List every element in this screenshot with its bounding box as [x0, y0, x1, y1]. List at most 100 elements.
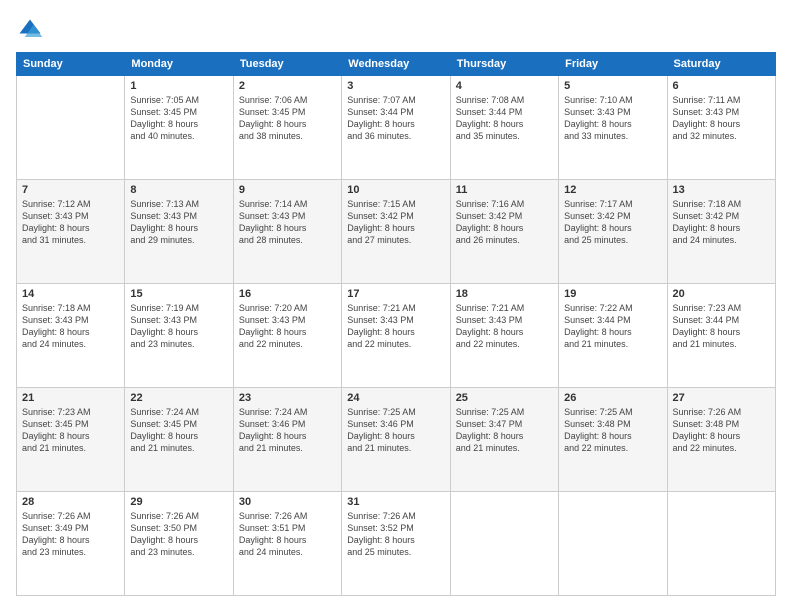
day-info: Sunrise: 7:19 AM Sunset: 3:43 PM Dayligh…: [130, 302, 227, 351]
day-number: 6: [673, 80, 770, 92]
calendar-cell: 29 Sunrise: 7:26 AM Sunset: 3:50 PM Dayli…: [125, 492, 233, 596]
logo: [16, 16, 48, 44]
calendar-cell: 30Sunrise: 7:26 AM Sunset: 3:51 PM Dayli…: [233, 492, 341, 596]
day-info: Sunrise: 7:10 AM Sunset: 3:43 PM Dayligh…: [564, 94, 661, 143]
day-info: Sunrise: 7:18 AM Sunset: 3:42 PM Dayligh…: [673, 198, 770, 247]
day-number: 3: [347, 80, 444, 92]
header: [16, 16, 776, 44]
calendar-cell: 19 Sunrise: 7:22 AM Sunset: 3:44 PM Dayli…: [559, 284, 667, 388]
calendar-cell: 25 Sunrise: 7:25 AM Sunset: 3:47 PM Dayli…: [450, 388, 558, 492]
day-number: 23: [239, 392, 336, 404]
day-number: 12: [564, 184, 661, 196]
day-info: Sunrise: 7:13 AM Sunset: 3:43 PM Dayligh…: [130, 198, 227, 247]
day-number: 22: [130, 392, 227, 404]
day-number: 2: [239, 80, 336, 92]
day-info: Sunrise: 7:20 AM Sunset: 3:43 PM Dayligh…: [239, 302, 336, 351]
calendar-cell: 23 Sunrise: 7:24 AM Sunset: 3:46 PM Dayli…: [233, 388, 341, 492]
day-number: 1: [130, 80, 227, 92]
calendar-cell: 31Sunrise: 7:26 AM Sunset: 3:52 PM Dayli…: [342, 492, 450, 596]
day-info: Sunrise: 7:26 AM Sunset: 3:49 PM Dayligh…: [22, 510, 119, 559]
day-info: Sunrise: 7:18 AM Sunset: 3:43 PM Dayligh…: [22, 302, 119, 351]
calendar-cell: 20 Sunrise: 7:23 AM Sunset: 3:44 PM Dayli…: [667, 284, 775, 388]
day-info: Sunrise: 7:14 AM Sunset: 3:43 PM Dayligh…: [239, 198, 336, 247]
day-header-friday: Friday: [559, 53, 667, 76]
day-header-wednesday: Wednesday: [342, 53, 450, 76]
calendar-cell: 21 Sunrise: 7:23 AM Sunset: 3:45 PM Dayli…: [17, 388, 125, 492]
calendar-cell: 22 Sunrise: 7:24 AM Sunset: 3:45 PM Dayli…: [125, 388, 233, 492]
calendar-cell: 26 Sunrise: 7:25 AM Sunset: 3:48 PM Dayli…: [559, 388, 667, 492]
week-row-2: 7 Sunrise: 7:12 AM Sunset: 3:43 PM Daylig…: [17, 180, 776, 284]
calendar-cell: [17, 76, 125, 180]
day-number: 18: [456, 288, 553, 300]
calendar-cell: 11 Sunrise: 7:16 AM Sunset: 3:42 PM Dayli…: [450, 180, 558, 284]
calendar-cell: 7 Sunrise: 7:12 AM Sunset: 3:43 PM Daylig…: [17, 180, 125, 284]
day-header-thursday: Thursday: [450, 53, 558, 76]
calendar-table: SundayMondayTuesdayWednesdayThursdayFrid…: [16, 52, 776, 596]
day-info: Sunrise: 7:17 AM Sunset: 3:42 PM Dayligh…: [564, 198, 661, 247]
calendar-cell: 14 Sunrise: 7:18 AM Sunset: 3:43 PM Dayli…: [17, 284, 125, 388]
calendar-cell: 13 Sunrise: 7:18 AM Sunset: 3:42 PM Dayli…: [667, 180, 775, 284]
calendar-cell: 28 Sunrise: 7:26 AM Sunset: 3:49 PM Dayli…: [17, 492, 125, 596]
day-number: 4: [456, 80, 553, 92]
page: SundayMondayTuesdayWednesdayThursdayFrid…: [0, 0, 792, 612]
day-info: Sunrise: 7:26 AM Sunset: 3:51 PM Dayligh…: [239, 510, 336, 559]
day-info: Sunrise: 7:12 AM Sunset: 3:43 PM Dayligh…: [22, 198, 119, 247]
day-number: 21: [22, 392, 119, 404]
day-number: 25: [456, 392, 553, 404]
calendar-cell: 15 Sunrise: 7:19 AM Sunset: 3:43 PM Dayli…: [125, 284, 233, 388]
day-number: 16: [239, 288, 336, 300]
day-number: 9: [239, 184, 336, 196]
calendar-cell: 16 Sunrise: 7:20 AM Sunset: 3:43 PM Dayli…: [233, 284, 341, 388]
day-header-monday: Monday: [125, 53, 233, 76]
day-info: Sunrise: 7:26 AM Sunset: 3:48 PM Dayligh…: [673, 406, 770, 455]
day-info: Sunrise: 7:15 AM Sunset: 3:42 PM Dayligh…: [347, 198, 444, 247]
calendar-cell: 27 Sunrise: 7:26 AM Sunset: 3:48 PM Dayli…: [667, 388, 775, 492]
day-number: 26: [564, 392, 661, 404]
day-info: Sunrise: 7:21 AM Sunset: 3:43 PM Dayligh…: [456, 302, 553, 351]
day-info: Sunrise: 7:26 AM Sunset: 3:50 PM Dayligh…: [130, 510, 227, 559]
day-info: Sunrise: 7:23 AM Sunset: 3:44 PM Dayligh…: [673, 302, 770, 351]
calendar-cell: 24 Sunrise: 7:25 AM Sunset: 3:46 PM Dayli…: [342, 388, 450, 492]
day-number: 5: [564, 80, 661, 92]
day-info: Sunrise: 7:25 AM Sunset: 3:47 PM Dayligh…: [456, 406, 553, 455]
calendar-cell: [667, 492, 775, 596]
day-number: 11: [456, 184, 553, 196]
week-row-4: 21 Sunrise: 7:23 AM Sunset: 3:45 PM Dayli…: [17, 388, 776, 492]
day-number: 29: [130, 496, 227, 508]
day-info: Sunrise: 7:21 AM Sunset: 3:43 PM Dayligh…: [347, 302, 444, 351]
day-number: 24: [347, 392, 444, 404]
day-info: Sunrise: 7:05 AM Sunset: 3:45 PM Dayligh…: [130, 94, 227, 143]
day-number: 20: [673, 288, 770, 300]
day-number: 10: [347, 184, 444, 196]
day-info: Sunrise: 7:24 AM Sunset: 3:45 PM Dayligh…: [130, 406, 227, 455]
day-number: 27: [673, 392, 770, 404]
logo-icon: [16, 16, 44, 44]
day-info: Sunrise: 7:16 AM Sunset: 3:42 PM Dayligh…: [456, 198, 553, 247]
calendar-cell: 6Sunrise: 7:11 AM Sunset: 3:43 PM Daylig…: [667, 76, 775, 180]
calendar-cell: 4Sunrise: 7:08 AM Sunset: 3:44 PM Daylig…: [450, 76, 558, 180]
day-number: 28: [22, 496, 119, 508]
day-number: 15: [130, 288, 227, 300]
day-number: 8: [130, 184, 227, 196]
day-info: Sunrise: 7:25 AM Sunset: 3:48 PM Dayligh…: [564, 406, 661, 455]
calendar-cell: 8 Sunrise: 7:13 AM Sunset: 3:43 PM Daylig…: [125, 180, 233, 284]
calendar-cell: 9 Sunrise: 7:14 AM Sunset: 3:43 PM Daylig…: [233, 180, 341, 284]
day-number: 14: [22, 288, 119, 300]
day-info: Sunrise: 7:24 AM Sunset: 3:46 PM Dayligh…: [239, 406, 336, 455]
calendar-cell: 12 Sunrise: 7:17 AM Sunset: 3:42 PM Dayli…: [559, 180, 667, 284]
calendar-cell: [450, 492, 558, 596]
day-header-tuesday: Tuesday: [233, 53, 341, 76]
day-number: 19: [564, 288, 661, 300]
calendar-cell: 17 Sunrise: 7:21 AM Sunset: 3:43 PM Dayli…: [342, 284, 450, 388]
day-number: 13: [673, 184, 770, 196]
day-info: Sunrise: 7:22 AM Sunset: 3:44 PM Dayligh…: [564, 302, 661, 351]
calendar-header-row: SundayMondayTuesdayWednesdayThursdayFrid…: [17, 53, 776, 76]
day-number: 7: [22, 184, 119, 196]
week-row-1: 1 Sunrise: 7:05 AM Sunset: 3:45 PM Daylig…: [17, 76, 776, 180]
calendar-cell: [559, 492, 667, 596]
calendar-cell: 18 Sunrise: 7:21 AM Sunset: 3:43 PM Dayli…: [450, 284, 558, 388]
day-info: Sunrise: 7:23 AM Sunset: 3:45 PM Dayligh…: [22, 406, 119, 455]
day-info: Sunrise: 7:25 AM Sunset: 3:46 PM Dayligh…: [347, 406, 444, 455]
week-row-3: 14 Sunrise: 7:18 AM Sunset: 3:43 PM Dayli…: [17, 284, 776, 388]
day-number: 17: [347, 288, 444, 300]
